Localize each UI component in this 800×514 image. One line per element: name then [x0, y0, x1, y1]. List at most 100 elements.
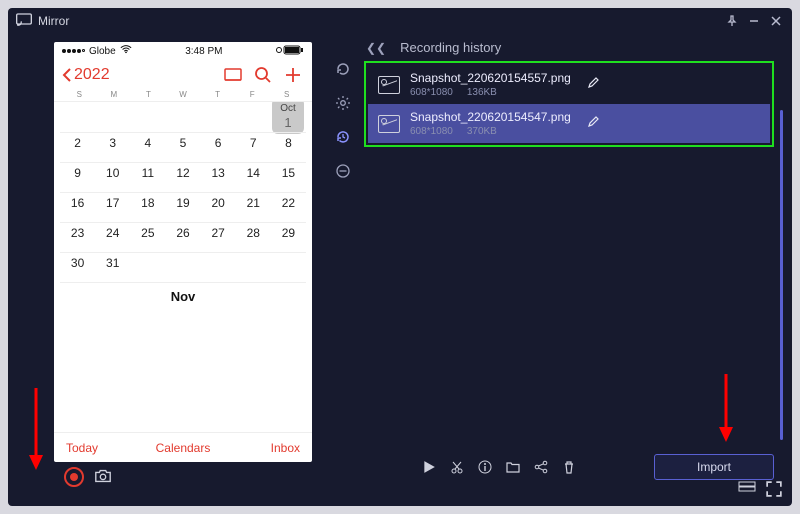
- history-icon[interactable]: [334, 128, 352, 146]
- action-icons: [420, 458, 578, 476]
- day-cell[interactable]: 30: [60, 252, 95, 282]
- weekday-s: S: [62, 90, 97, 99]
- day-cell[interactable]: [130, 306, 165, 336]
- image-icon: [378, 76, 400, 94]
- record-button[interactable]: [64, 467, 84, 487]
- day-cell[interactable]: 28: [236, 222, 271, 252]
- recording-list: Snapshot_220620154557.png608*1080136KB Sn…: [364, 61, 774, 147]
- recording-info: Snapshot_220620154557.png608*1080136KB: [410, 71, 571, 98]
- day-cell[interactable]: [201, 306, 236, 336]
- refresh-icon[interactable]: [334, 60, 352, 78]
- share-icon[interactable]: [532, 458, 550, 476]
- day-cell[interactable]: 26: [165, 222, 200, 252]
- weekday-t2: T: [200, 90, 235, 99]
- oct-1-tile[interactable]: Oct 1: [272, 102, 304, 134]
- recording-item[interactable]: Snapshot_220620154547.png608*1080370KB: [368, 104, 770, 143]
- day-cell[interactable]: [60, 306, 95, 336]
- collapse-icon[interactable]: ❮❮: [366, 41, 386, 55]
- scrollbar[interactable]: [780, 110, 783, 440]
- day-cell[interactable]: 10: [95, 162, 130, 192]
- ratio-icon[interactable]: [738, 481, 756, 500]
- mirror-controls: [54, 462, 312, 494]
- day-cell[interactable]: [236, 306, 271, 336]
- day-cell[interactable]: 14: [236, 162, 271, 192]
- calendar-footer: Today Calendars Inbox: [54, 432, 312, 462]
- day-cell[interactable]: 12: [165, 162, 200, 192]
- day-cell[interactable]: Oct 1: [271, 102, 306, 132]
- day-cell[interactable]: 23: [60, 222, 95, 252]
- day-cell[interactable]: 9: [60, 162, 95, 192]
- calendar-body[interactable]: Oct 1 2345678910111213141516171819202122…: [54, 102, 312, 432]
- day-cell[interactable]: 2: [60, 132, 95, 162]
- list-view-icon[interactable]: [222, 64, 244, 86]
- today-button[interactable]: Today: [66, 441, 98, 455]
- day-cell[interactable]: 8: [271, 132, 306, 162]
- recording-item[interactable]: Snapshot_220620154557.png608*1080136KB: [368, 65, 770, 104]
- mirrored-phone: Globe 3:48 PM 2022: [54, 42, 312, 462]
- day-cell[interactable]: 15: [271, 162, 306, 192]
- day-cell[interactable]: 22: [271, 192, 306, 222]
- add-icon[interactable]: [282, 64, 304, 86]
- day-cell[interactable]: 25: [130, 222, 165, 252]
- delete-icon[interactable]: [560, 458, 578, 476]
- day-cell[interactable]: 5: [165, 132, 200, 162]
- day-cell[interactable]: 31: [95, 252, 130, 282]
- day-cell[interactable]: [95, 306, 130, 336]
- day-cell[interactable]: 20: [201, 192, 236, 222]
- app-window: Mirror Globe 3:48 PM: [8, 8, 792, 506]
- edit-icon[interactable]: [587, 116, 599, 131]
- year-label: 2022: [74, 66, 110, 84]
- day-cell[interactable]: 18: [130, 192, 165, 222]
- day-cell[interactable]: 11: [130, 162, 165, 192]
- recording-name: Snapshot_220620154547.png: [410, 110, 571, 124]
- day-cell[interactable]: 7: [236, 132, 271, 162]
- day-cell[interactable]: 6: [201, 132, 236, 162]
- play-icon[interactable]: [420, 458, 438, 476]
- day-cell[interactable]: [201, 252, 236, 282]
- day-cell[interactable]: 17: [95, 192, 130, 222]
- day-cell[interactable]: 21: [236, 192, 271, 222]
- wifi-icon: [120, 45, 132, 57]
- battery-icon: [276, 45, 304, 58]
- close-button[interactable]: [768, 13, 784, 29]
- weekday-m: M: [97, 90, 132, 99]
- import-label: Import: [697, 460, 731, 474]
- fullscreen-icon[interactable]: [766, 481, 782, 500]
- weekday-t: T: [131, 90, 166, 99]
- next-month-label: Nov: [60, 282, 306, 306]
- day-cell[interactable]: 3: [95, 132, 130, 162]
- titlebar: Mirror: [8, 8, 792, 34]
- pin-button[interactable]: [724, 13, 740, 29]
- search-icon[interactable]: [252, 64, 274, 86]
- day-cell[interactable]: 13: [201, 162, 236, 192]
- day-cell[interactable]: 4: [130, 132, 165, 162]
- day-cell[interactable]: [165, 252, 200, 282]
- day-cell[interactable]: 19: [165, 192, 200, 222]
- snapshot-button[interactable]: [94, 468, 112, 486]
- year-back-button[interactable]: 2022: [62, 66, 110, 84]
- gear-icon[interactable]: [334, 94, 352, 112]
- folder-icon[interactable]: [504, 458, 522, 476]
- info-icon[interactable]: [476, 458, 494, 476]
- arrow-annotation: [26, 384, 46, 472]
- import-button[interactable]: Import: [654, 454, 774, 480]
- day-cell[interactable]: 16: [60, 192, 95, 222]
- cut-icon[interactable]: [448, 458, 466, 476]
- day-cell[interactable]: [271, 252, 306, 282]
- day-cell[interactable]: [165, 306, 200, 336]
- day-cell[interactable]: [236, 252, 271, 282]
- edit-icon[interactable]: [587, 77, 599, 92]
- day-cell[interactable]: [271, 306, 306, 336]
- weekday-w: W: [166, 90, 201, 99]
- remove-icon[interactable]: [334, 162, 352, 180]
- recording-meta: 608*1080136KB: [410, 87, 571, 98]
- calendar-nav: 2022: [54, 60, 312, 90]
- day-cell[interactable]: [130, 252, 165, 282]
- day-cell[interactable]: 29: [271, 222, 306, 252]
- inbox-button[interactable]: Inbox: [271, 441, 300, 455]
- arrow-annotation: [716, 370, 736, 444]
- day-cell[interactable]: 27: [201, 222, 236, 252]
- weekday-s2: S: [269, 90, 304, 99]
- day-cell[interactable]: 24: [95, 222, 130, 252]
- minimize-button[interactable]: [746, 13, 762, 29]
